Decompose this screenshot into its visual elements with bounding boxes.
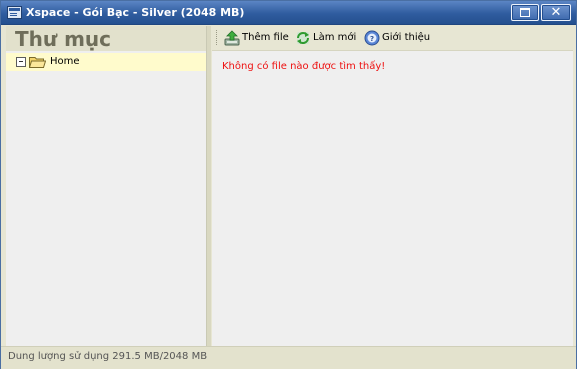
app-window: Xspace - Gói Bạc - Silver (2048 MB) ✕ Th… [0, 0, 577, 369]
maximize-button[interactable] [511, 4, 539, 21]
collapse-icon[interactable] [16, 57, 26, 67]
refresh-icon [297, 32, 309, 44]
svg-text:?: ? [370, 35, 374, 43]
add-file-label: Thêm file [242, 32, 289, 43]
maximize-icon [520, 8, 530, 17]
status-bar: Dung lượng sử dụng 291.5 MB/2048 MB [1, 346, 576, 369]
toolbar: Thêm file Làm mới ? Giới thiệu [212, 26, 573, 51]
window-app-icon [7, 6, 22, 19]
about-button[interactable]: ? Giới thiệu [364, 30, 434, 46]
close-icon: ✕ [550, 5, 562, 20]
info-icon: ? [364, 30, 380, 46]
file-panel: Thêm file Làm mới ? Giới thiệu Không có … [212, 26, 573, 346]
folder-open-icon [29, 57, 46, 68]
folder-panel-title: Thư mục [15, 27, 112, 51]
storage-usage-text: Dung lượng sử dụng 291.5 MB/2048 MB [8, 351, 208, 362]
empty-state-message: Không có file nào được tìm thấy! [222, 61, 386, 72]
refresh-button[interactable]: Làm mới [295, 30, 359, 46]
panel-splitter[interactable] [207, 26, 211, 346]
refresh-label: Làm mới [313, 32, 357, 43]
title-bar[interactable]: Xspace - Gói Bạc - Silver (2048 MB) ✕ [1, 1, 576, 25]
add-file-button[interactable]: Thêm file [224, 30, 289, 46]
toolbar-grip [216, 30, 219, 45]
tree-item-label: Home [50, 56, 80, 67]
tree-item-home[interactable]: Home [6, 53, 206, 71]
close-button[interactable]: ✕ [541, 4, 571, 21]
folder-panel-header: Thư mục [6, 26, 206, 51]
about-label: Giới thiệu [382, 32, 431, 43]
folder-panel: Thư mục Home [6, 26, 207, 346]
window-title: Xspace - Gói Bạc - Silver (2048 MB) [26, 6, 245, 19]
upload-icon [224, 30, 240, 46]
